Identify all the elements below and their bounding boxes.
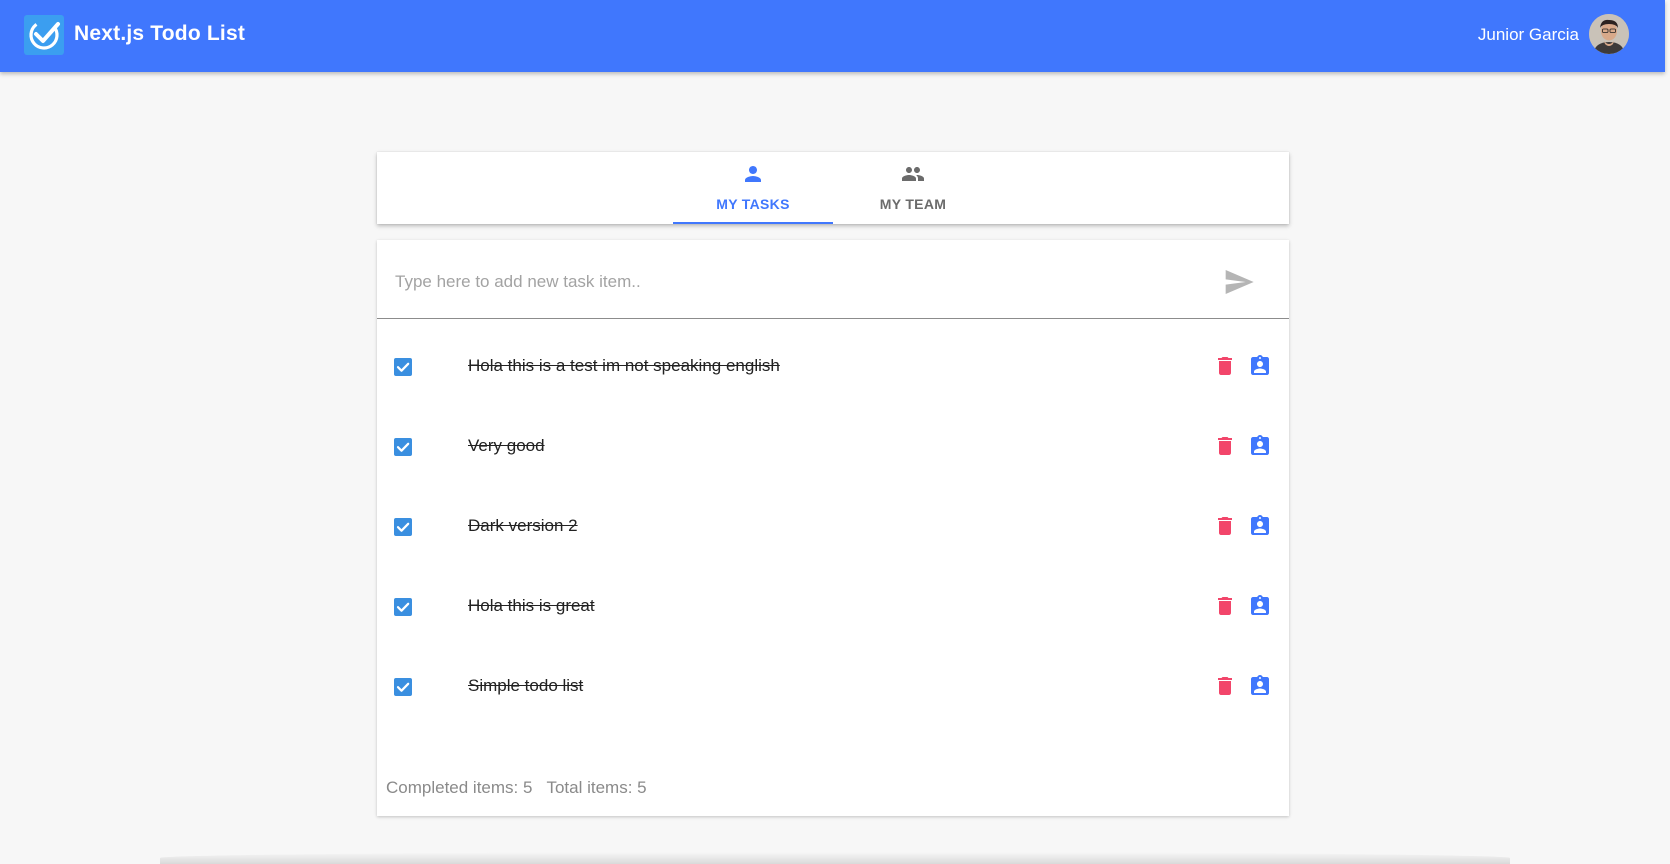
trash-icon[interactable] [1213,514,1237,538]
input-underline [377,318,1289,319]
task-item: Dark version 2 [377,487,1289,567]
assignment-ind-icon[interactable] [1248,434,1272,458]
task-checkbox[interactable] [393,677,413,697]
page-bottom-shadow [160,852,1510,864]
group-icon [901,162,925,186]
task-checkbox[interactable] [393,437,413,457]
task-item: Simple todo list [377,647,1289,727]
task-text: Dark version 2 [468,516,578,535]
task-item: Hola this is great [377,567,1289,647]
task-item: Very good [377,407,1289,487]
task-text: Hola this is great [468,596,595,615]
app-title: Next.js Todo List [74,22,246,45]
trash-icon[interactable] [1213,674,1237,698]
active-tab-indicator [673,222,833,224]
assignment-ind-icon[interactable] [1248,514,1272,538]
task-counters: Completed items: 5 Total items: 5 [386,778,647,798]
tab-label: MY TASKS [716,196,790,212]
tabs-bar: MY TASKS MY TEAM [377,152,1289,224]
task-checkbox[interactable] [393,517,413,537]
tab-my-team[interactable]: MY TEAM [833,152,993,224]
trash-icon[interactable] [1213,434,1237,458]
trash-icon[interactable] [1213,354,1237,378]
user-avatar[interactable] [1589,14,1629,54]
tab-my-tasks[interactable]: MY TASKS [673,152,833,224]
task-text: Hola this is a test im not speaking engl… [468,356,780,375]
task-item: Hola this is a test im not speaking engl… [377,327,1289,407]
task-list-card: Hola this is a test im not speaking engl… [377,240,1289,816]
trash-icon[interactable] [1213,594,1237,618]
tab-label: MY TEAM [879,196,947,212]
new-task-input[interactable] [395,262,1195,302]
app-logo-icon [24,15,64,55]
task-text: Simple todo list [468,676,584,695]
send-icon[interactable] [1223,266,1255,298]
app-bar: Next.js Todo List Junior Garcia [0,0,1665,72]
user-name: Junior Garcia [1477,25,1579,44]
assignment-ind-icon[interactable] [1248,674,1272,698]
assignment-ind-icon[interactable] [1248,594,1272,618]
person-icon [741,162,765,186]
total-count: Total items: 5 [546,778,647,797]
task-text: Very good [468,436,545,455]
task-checkbox[interactable] [393,597,413,617]
task-checkbox[interactable] [393,357,413,377]
completed-count: Completed items: 5 [386,778,533,797]
assignment-ind-icon[interactable] [1248,354,1272,378]
